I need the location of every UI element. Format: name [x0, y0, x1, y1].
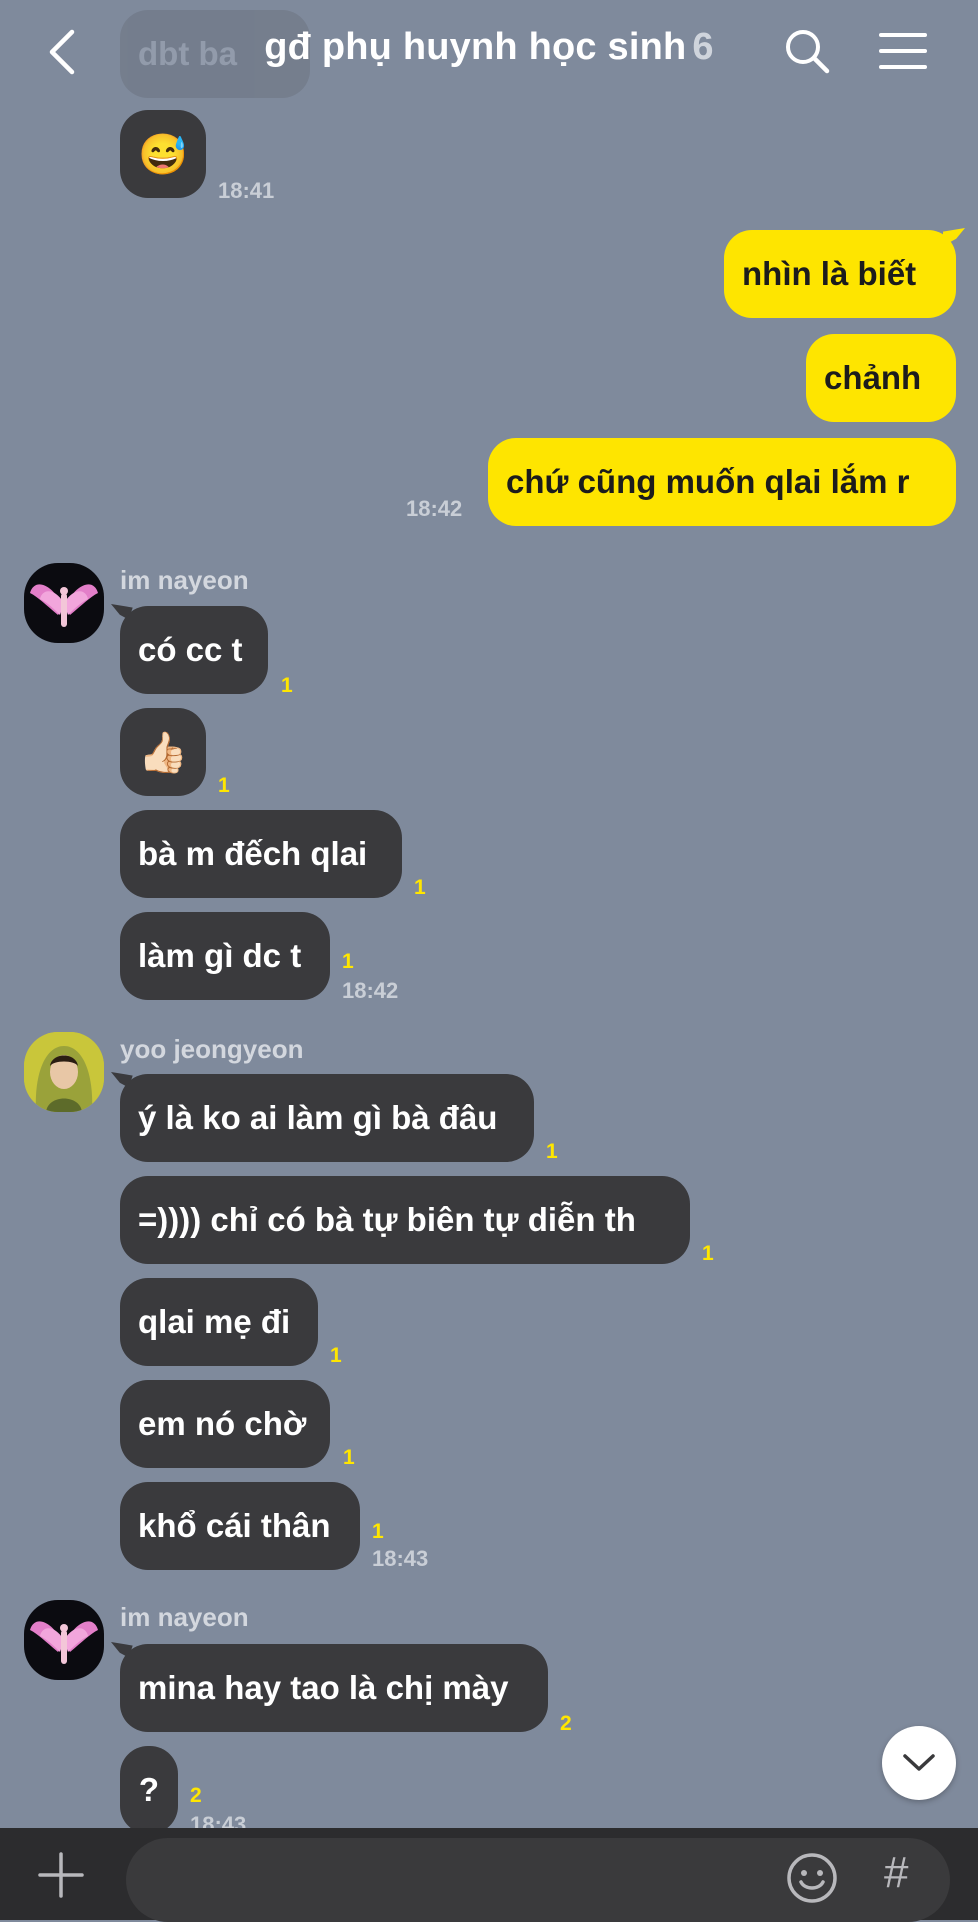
sender-name: yoo jeongyeon: [120, 1034, 304, 1064]
unread-count: 1: [702, 1242, 714, 1265]
member-count: 6: [692, 26, 714, 68]
message-bubble[interactable]: em nó chờ: [120, 1380, 330, 1468]
hashtag-button[interactable]: #: [884, 1848, 908, 1898]
avatar-image: [30, 584, 98, 627]
plus-icon: [38, 1852, 84, 1898]
message-text: ?: [138, 1771, 160, 1808]
sender-name: im nayeon: [120, 1602, 249, 1632]
message-text: có cc t: [138, 631, 243, 668]
unread-count: 1: [330, 1344, 342, 1367]
message-timestamp: 18:42: [406, 496, 463, 521]
scroll-to-bottom-button[interactable]: [882, 1726, 956, 1800]
message-timestamp: 18:42: [342, 978, 399, 1003]
message-text: khổ cái thân: [138, 1507, 331, 1544]
message-bubble[interactable]: 😅: [120, 110, 206, 198]
message-bubble[interactable]: mina hay tao là chị mày: [120, 1644, 548, 1732]
message-text: làm gì dc t: [138, 937, 302, 974]
unread-count: 1: [546, 1140, 558, 1163]
message-text: chảnh: [824, 359, 922, 396]
avatar-im-nayeon[interactable]: [24, 563, 104, 643]
sender-name: im nayeon: [120, 565, 249, 595]
message-text: mina hay tao là chị mày: [138, 1669, 509, 1706]
message-bubble-outgoing[interactable]: chứ cũng muốn qlai lắm r: [488, 438, 956, 526]
message-bubble[interactable]: có cc t: [120, 606, 268, 694]
message-bubble[interactable]: =)))) chỉ có bà tự biên tự diễn th: [120, 1176, 690, 1264]
message-text: qlai mẹ đi: [138, 1303, 291, 1340]
message-text: ý là ko ai làm gì bà đâu: [138, 1099, 498, 1136]
search-button[interactable]: [784, 28, 830, 74]
chevron-down-icon: [903, 1754, 935, 1771]
message-input-bar: #: [0, 1828, 978, 1922]
emoji-message: 😅: [138, 132, 188, 177]
hashtag-icon: #: [884, 1848, 909, 1897]
message-text: chứ cũng muốn qlai lắm r: [506, 463, 910, 500]
message-bubble[interactable]: qlai mẹ đi: [120, 1278, 318, 1366]
chat-name: gđ phụ huynh học sinh: [264, 26, 687, 68]
emoji-message: 👍🏻: [138, 730, 188, 775]
emoji-button[interactable]: [786, 1852, 838, 1904]
hamburger-menu-icon: [879, 33, 927, 69]
menu-button[interactable]: [878, 30, 928, 72]
message-text: bà m đếch qlai: [138, 835, 368, 872]
unread-count: 1: [281, 674, 293, 697]
search-icon: [786, 30, 830, 74]
message-bubble[interactable]: ý là ko ai làm gì bà đâu: [120, 1074, 534, 1162]
message-bubble-outgoing[interactable]: nhìn là biết: [724, 230, 956, 318]
message-bubble[interactable]: bà m đếch qlai: [120, 810, 402, 898]
message-bubble[interactable]: làm gì dc t: [120, 912, 330, 1000]
message-bubble[interactable]: ?: [120, 1746, 178, 1828]
message-timestamp: 18:43: [190, 1812, 247, 1828]
chat-header: gđ phụ huynh học sinh 6: [0, 0, 978, 104]
message-timestamp: 18:41: [218, 178, 275, 203]
message-text: nhìn là biết: [742, 255, 917, 292]
message-bubble[interactable]: khổ cái thân: [120, 1482, 360, 1570]
unread-count: 2: [560, 1712, 572, 1735]
avatar-im-nayeon[interactable]: [24, 1600, 104, 1680]
avatar-image: [30, 1621, 98, 1664]
message-bubble-outgoing[interactable]: chảnh: [806, 334, 956, 422]
message-text: =)))) chỉ có bà tự biên tự diễn th: [138, 1201, 636, 1238]
unread-count: 1: [342, 950, 354, 973]
chat-title: gđ phụ huynh học sinh 6: [0, 26, 978, 69]
avatar-yoo-jeongyeon[interactable]: [24, 1032, 104, 1112]
message-bubble[interactable]: 👍🏻: [120, 708, 206, 796]
chat-area[interactable]: dbt ba 😅 18:41 nhìn là biết chảnh chứ cũ…: [0, 0, 978, 1828]
unread-count: 2: [190, 1784, 202, 1807]
avatar-image: [24, 1032, 104, 1112]
smiley-icon: [787, 1853, 837, 1903]
unread-count: 1: [372, 1520, 384, 1543]
attach-button[interactable]: [38, 1852, 84, 1898]
unread-count: 1: [414, 876, 426, 899]
unread-count: 1: [343, 1446, 355, 1469]
message-timestamp: 18:43: [372, 1546, 429, 1571]
unread-count: 1: [218, 774, 230, 797]
message-text: em nó chờ: [138, 1405, 307, 1442]
